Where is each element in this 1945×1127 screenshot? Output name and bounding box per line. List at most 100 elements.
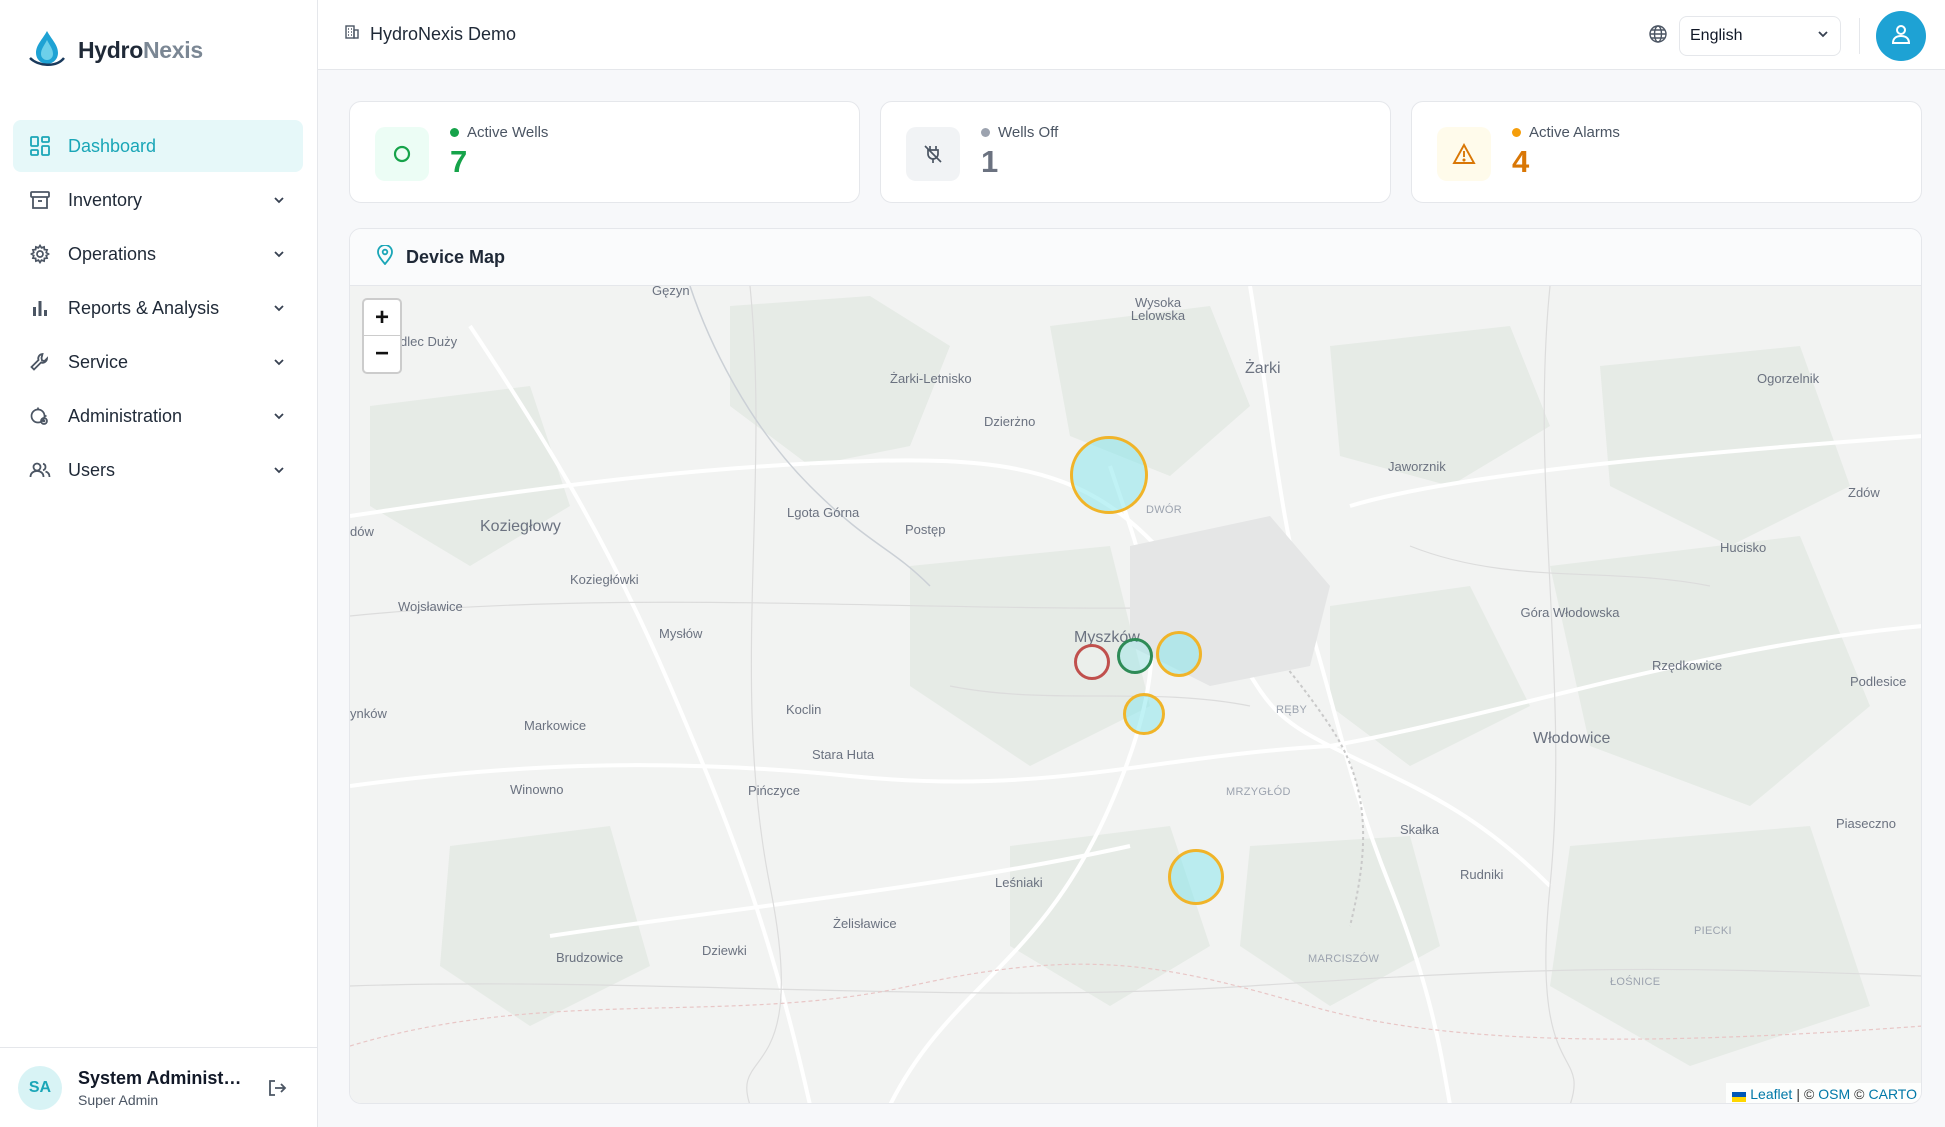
place-label: Rudniki bbox=[1460, 867, 1504, 882]
well-marker-alarm[interactable] bbox=[1156, 631, 1202, 677]
carto-link[interactable]: CARTO bbox=[1869, 1086, 1918, 1102]
place-label: dlec Duży bbox=[400, 334, 458, 349]
well-marker-active[interactable] bbox=[1117, 638, 1153, 674]
place-label: dów bbox=[350, 524, 374, 539]
place-label: Koziegłowy bbox=[480, 518, 561, 535]
chevron-down-icon bbox=[271, 246, 287, 262]
gear-icon bbox=[29, 243, 51, 265]
status-dot bbox=[981, 128, 990, 137]
place-label: Koclin bbox=[786, 702, 822, 717]
place-label: Wojsławice bbox=[398, 599, 463, 614]
copyright-symbol: © bbox=[1854, 1086, 1865, 1102]
stat-card-active-alarms[interactable]: Active Alarms 4 bbox=[1411, 101, 1922, 203]
sidebar-item-label: Service bbox=[68, 351, 129, 372]
place-label: Podlesice bbox=[1850, 674, 1907, 689]
attribution-separator: | bbox=[1796, 1086, 1800, 1102]
place-label: PIECKI bbox=[1694, 925, 1732, 937]
place-label: Koziegłówki bbox=[570, 572, 639, 587]
place-label: RĘBY bbox=[1276, 704, 1308, 716]
place-label: Wysoka Lelowska bbox=[1130, 295, 1186, 323]
stat-card-active-wells[interactable]: Active Wells 7 bbox=[349, 101, 860, 203]
map-canvas[interactable]: Gęzyn dlec Duży Wysoka Lelowska Żarki-Le… bbox=[350, 286, 1921, 1103]
place-label: Stara Huta bbox=[812, 747, 875, 762]
sidebar-item-service[interactable]: Service bbox=[13, 336, 303, 388]
place-label: Dziewki bbox=[702, 943, 747, 958]
chevron-down-icon bbox=[271, 462, 287, 478]
place-label: Leśniaki bbox=[995, 875, 1043, 890]
wrench-icon bbox=[29, 351, 51, 373]
place-label: Postęp bbox=[905, 522, 946, 537]
chevron-down-icon bbox=[271, 300, 287, 316]
place-label: Skałka bbox=[1400, 822, 1440, 837]
place-label: Żarki bbox=[1245, 360, 1281, 377]
chevron-down-icon bbox=[1816, 27, 1830, 46]
place-label: Lgota Górna bbox=[787, 505, 860, 520]
copyright-symbol: © bbox=[1803, 1086, 1815, 1102]
well-marker-alarm[interactable] bbox=[1123, 693, 1165, 735]
circle-icon bbox=[375, 127, 429, 181]
sidebar-item-reports[interactable]: Reports & Analysis bbox=[13, 282, 303, 334]
osm-link[interactable]: OSM bbox=[1818, 1086, 1850, 1102]
place-label: Żelisławice bbox=[833, 916, 897, 931]
place-label: Włodowice bbox=[1533, 730, 1611, 747]
user-panel: SA System Administrator Super Admin bbox=[0, 1047, 317, 1127]
place-label: MARCISZÓW bbox=[1308, 953, 1380, 965]
place-label: Brudzowice bbox=[556, 950, 624, 965]
well-marker-alarm[interactable] bbox=[1070, 436, 1148, 514]
logout-icon[interactable] bbox=[265, 1076, 289, 1100]
map-header: Device Map bbox=[350, 229, 1921, 286]
place-label: Markowice bbox=[524, 718, 587, 733]
ukraine-flag-icon bbox=[1732, 1089, 1747, 1102]
globe-icon bbox=[1648, 24, 1670, 46]
sidebar-item-users[interactable]: Users bbox=[13, 444, 303, 496]
zoom-control: + − bbox=[362, 298, 402, 374]
language-value: English bbox=[1690, 27, 1743, 44]
sidebar-item-label: Users bbox=[68, 459, 116, 480]
stat-card-wells-off[interactable]: Wells Off 1 bbox=[880, 101, 1391, 203]
chevron-down-icon bbox=[271, 192, 287, 208]
sidebar: HydroNexis Dashboard Inventory Operation… bbox=[0, 0, 318, 1127]
user-meta: System Administrator Super Admin bbox=[78, 1068, 265, 1108]
map-attribution: Leaflet | © OSM © CARTO bbox=[1726, 1083, 1921, 1103]
device-map-card: Device Map Gęzyn dlec Duży Wysoka Lelows… bbox=[349, 228, 1922, 1104]
org-name: HydroNexis Demo bbox=[370, 24, 517, 44]
organization-title: HydroNexis Demo bbox=[344, 24, 516, 45]
plug-off-icon bbox=[906, 127, 960, 181]
avatar[interactable]: SA bbox=[18, 1065, 62, 1110]
sidebar-item-label: Dashboard bbox=[68, 135, 157, 156]
leaflet-link[interactable]: Leaflet bbox=[1750, 1086, 1792, 1102]
status-dot bbox=[450, 128, 459, 137]
stat-value: 4 bbox=[1512, 144, 1530, 179]
user-name: System Administrator bbox=[78, 1067, 248, 1088]
stat-label: Active Alarms bbox=[1512, 124, 1620, 141]
status-dot bbox=[1512, 128, 1521, 137]
place-label: Piaseczno bbox=[1836, 816, 1896, 831]
sidebar-item-dashboard[interactable]: Dashboard bbox=[13, 120, 303, 172]
place-label: ŁOŚNICE bbox=[1610, 976, 1661, 988]
user-role: Super Admin bbox=[78, 1091, 159, 1108]
users-icon bbox=[29, 459, 51, 481]
warning-triangle-icon bbox=[1437, 127, 1491, 181]
well-marker-off[interactable] bbox=[1074, 644, 1110, 680]
place-label: Żarki-Letnisko bbox=[890, 371, 972, 386]
sidebar-item-operations[interactable]: Operations bbox=[13, 228, 303, 280]
place-label: Gęzyn bbox=[652, 286, 690, 298]
place-label: Zdów bbox=[1848, 485, 1880, 500]
admin-settings-icon bbox=[29, 405, 51, 427]
brand-logo[interactable]: HydroNexis bbox=[26, 28, 203, 73]
zoom-out-button[interactable]: − bbox=[364, 336, 400, 372]
language-select[interactable]: English bbox=[1679, 16, 1841, 56]
chevron-down-icon bbox=[271, 408, 287, 424]
bar-chart-icon bbox=[29, 297, 51, 319]
dashboard-icon bbox=[29, 135, 51, 157]
sidebar-nav: Dashboard Inventory Operations Reports &… bbox=[13, 120, 303, 498]
header-divider bbox=[1859, 18, 1860, 54]
place-label: Ogorzelnik bbox=[1757, 371, 1820, 386]
well-marker-alarm[interactable] bbox=[1168, 849, 1224, 905]
zoom-in-button[interactable]: + bbox=[364, 300, 400, 336]
sidebar-item-inventory[interactable]: Inventory bbox=[13, 174, 303, 226]
top-header: HydroNexis Demo English bbox=[318, 0, 1945, 70]
profile-button[interactable] bbox=[1876, 11, 1926, 61]
sidebar-item-administration[interactable]: Administration bbox=[13, 390, 303, 442]
stat-label: Wells Off bbox=[981, 124, 1058, 141]
